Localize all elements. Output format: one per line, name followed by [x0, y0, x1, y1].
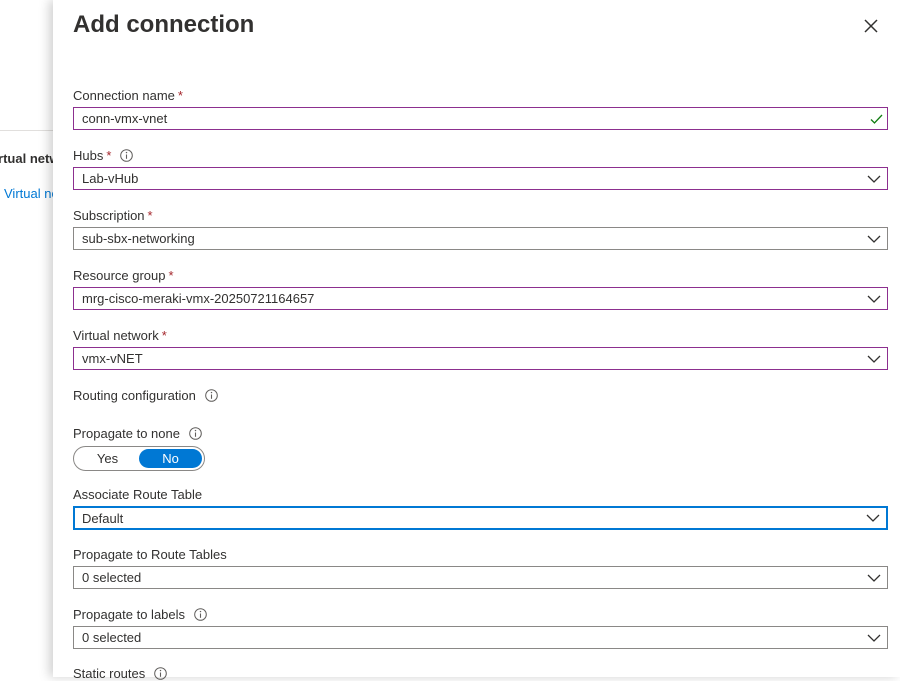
virtual-network-label: Virtual network *	[73, 328, 167, 343]
chevron-down-icon	[867, 235, 881, 243]
chevron-down-icon	[867, 295, 881, 303]
connection-name-input[interactable]: conn-vmx-vnet	[73, 107, 888, 130]
background-row-link[interactable]: Virtual network	[4, 186, 60, 201]
propagate-labels-dropdown[interactable]: 0 selected	[73, 626, 888, 649]
info-icon[interactable]	[154, 667, 168, 680]
resource-group-label: Resource group *	[73, 268, 174, 283]
required-asterisk: *	[106, 148, 112, 163]
info-icon[interactable]	[205, 389, 218, 402]
info-icon[interactable]	[120, 149, 134, 162]
propagate-route-tables-label: Propagate to Route Tables	[73, 547, 227, 562]
associate-route-table-dropdown[interactable]: Default	[73, 506, 888, 530]
info-icon[interactable]	[189, 427, 202, 440]
required-asterisk: *	[168, 268, 174, 283]
propagate-none-label: Propagate to none	[73, 426, 202, 441]
background-divider	[0, 130, 60, 131]
required-asterisk: *	[147, 208, 153, 223]
hubs-dropdown[interactable]: Lab-vHub	[73, 167, 888, 190]
chevron-down-icon	[867, 634, 881, 642]
toggle-option-yes[interactable]: Yes	[76, 449, 139, 468]
required-asterisk: *	[161, 328, 167, 343]
resource-group-dropdown[interactable]: mrg-cisco-meraki-vmx-20250721164657	[73, 287, 888, 310]
required-asterisk: *	[177, 88, 183, 103]
static-routes-label: Static routes	[73, 666, 168, 681]
propagate-route-tables-dropdown[interactable]: 0 selected	[73, 566, 888, 589]
virtual-network-dropdown[interactable]: vmx-vNET	[73, 347, 888, 370]
hubs-label: Hubs *	[73, 148, 134, 163]
page-title: Add connection	[73, 11, 255, 38]
propagate-none-toggle[interactable]: Yes No	[73, 446, 205, 471]
add-connection-blade: Add connection Connection name * conn-vm…	[53, 0, 900, 681]
background-panel: Virtual network Virtual network	[0, 0, 60, 677]
info-icon[interactable]	[194, 608, 207, 621]
propagate-labels-label: Propagate to labels	[73, 607, 207, 622]
associate-route-table-label: Associate Route Table	[73, 487, 203, 502]
chevron-down-icon	[867, 175, 881, 183]
toggle-option-no[interactable]: No	[139, 449, 202, 468]
close-icon[interactable]	[859, 14, 883, 38]
chevron-down-icon	[867, 574, 881, 582]
subscription-dropdown[interactable]: sub-sbx-networking	[73, 227, 888, 250]
checkmark-icon	[870, 114, 883, 124]
subscription-label: Subscription *	[73, 208, 153, 223]
connection-name-label: Connection name *	[73, 88, 183, 103]
chevron-down-icon	[866, 514, 880, 522]
routing-configuration-heading: Routing configuration	[73, 388, 218, 403]
chevron-down-icon	[867, 355, 881, 363]
background-column-header: Virtual network	[0, 151, 60, 166]
